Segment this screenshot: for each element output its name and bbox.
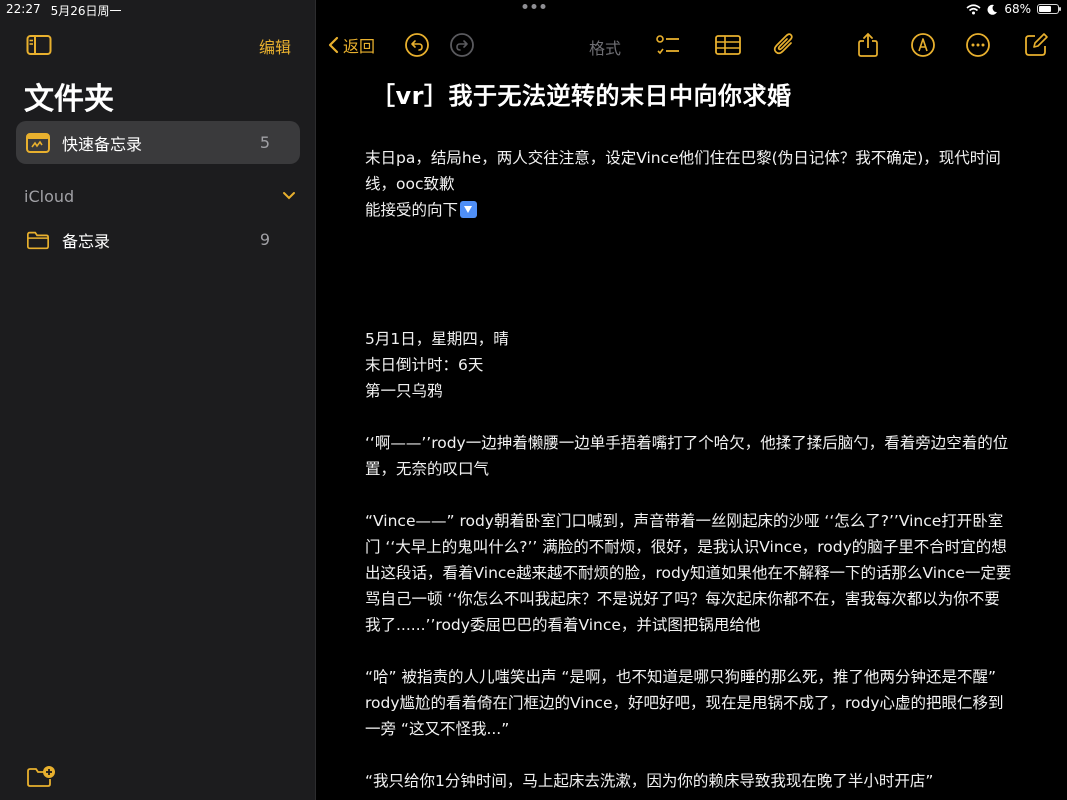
note-date-line: 5月1日，星期四，晴: [365, 330, 509, 348]
battery-percent: 68%: [1004, 2, 1031, 16]
status-time: 22:27: [6, 2, 41, 16]
note-paragraph-1: ‘‘啊——’’rody一边抻着懒腰一边单手捂着嘴打了个哈欠，他揉了揉后脑勺，看着…: [365, 434, 1009, 478]
folders-title: 文件夹: [24, 82, 114, 117]
note-intro-continue: 能接受的向下: [365, 197, 1015, 223]
sidebar-toggle-button[interactable]: [26, 34, 52, 56]
folder-quick-notes[interactable]: 快速备忘录 5: [16, 121, 300, 164]
more-button[interactable]: [965, 32, 991, 58]
screen: 编辑 文件夹 快速备忘录 5 iCloud 备忘录 9 22:27 5月26日周…: [0, 0, 1067, 800]
markup-button[interactable]: [910, 32, 936, 58]
share-button[interactable]: [855, 32, 881, 58]
note-chapter: 第一只乌鸦: [365, 382, 443, 400]
note-intro: 末日pa，结局he，两人交往注意，设定Vince他们住在巴黎(伪日记体？我不确定…: [365, 149, 1001, 193]
icloud-label: iCloud: [24, 186, 75, 206]
folder-icon: [26, 228, 50, 252]
folder-label: 备忘录: [62, 231, 111, 251]
quick-note-icon: [26, 131, 50, 155]
note-title: ［vr］我于无法逆转的末日中向你求婚: [371, 82, 792, 110]
note-countdown: 末日倒计时：6天: [365, 356, 484, 374]
share-icon: [858, 32, 878, 57]
folder-label: 快速备忘录: [62, 134, 143, 154]
status-bar-left: 22:27 5月26日周一: [6, 2, 122, 19]
table-icon: [715, 35, 741, 55]
icloud-section-header[interactable]: iCloud: [24, 184, 296, 208]
undo-button[interactable]: [404, 32, 430, 58]
note-paragraph-3: “哈” 被指责的人儿嗤笑出声 “是啊，也不知道是哪只狗睡的那么死，推了他两分钟还…: [365, 668, 1004, 738]
folder-count: 9: [259, 230, 270, 249]
chevron-down-icon: [283, 192, 295, 200]
undo-icon: [405, 33, 429, 57]
sidebar: 编辑 文件夹 快速备忘录 5 iCloud 备忘录 9: [0, 0, 316, 800]
note-toolbar: 返回 格式: [317, 28, 1067, 62]
down-arrow-emoji-icon: [460, 201, 478, 218]
note-paragraph-4: “我只给你1分钟时间，马上起床去洗漱，因为你的赖床导致我现在晚了半小时开店”: [365, 772, 934, 790]
format-button[interactable]: 格式: [589, 35, 621, 59]
wifi-icon: [966, 3, 981, 14]
table-button[interactable]: [714, 32, 741, 58]
chevron-left-icon: [328, 36, 339, 54]
ellipsis-icon: [966, 33, 990, 57]
back-label: 返回: [343, 37, 376, 56]
sidebar-icon: [26, 35, 52, 55]
status-date: 5月26日周一: [50, 4, 122, 18]
checklist-button[interactable]: [655, 32, 681, 58]
compose-button[interactable]: [1023, 32, 1049, 58]
status-bar-right: 68%: [966, 2, 1061, 16]
redo-button[interactable]: [449, 32, 475, 58]
back-button[interactable]: 返回: [327, 33, 375, 57]
moon-icon: [987, 4, 998, 15]
note-paragraph-2: “Vince——” rody朝着卧室门口喊到，声音带着一丝刚起床的沙哑 ‘‘怎么…: [365, 512, 1012, 634]
compose-icon: [1025, 33, 1048, 56]
checklist-icon: [656, 35, 679, 55]
folder-notes[interactable]: 备忘录 9: [16, 218, 300, 261]
markup-pen-icon: [911, 33, 935, 57]
redo-icon: [450, 33, 474, 57]
note-body[interactable]: ［vr］我于无法逆转的末日中向你求婚: [365, 80, 1015, 112]
edit-button[interactable]: 编辑: [259, 34, 291, 58]
paperclip-icon: [773, 33, 793, 55]
new-folder-button[interactable]: [26, 764, 56, 788]
multitasking-handle[interactable]: [522, 4, 546, 9]
folder-count: 5: [259, 133, 270, 152]
attachment-button[interactable]: [772, 32, 798, 58]
battery-icon: [1037, 4, 1061, 14]
new-folder-icon: [27, 766, 55, 787]
